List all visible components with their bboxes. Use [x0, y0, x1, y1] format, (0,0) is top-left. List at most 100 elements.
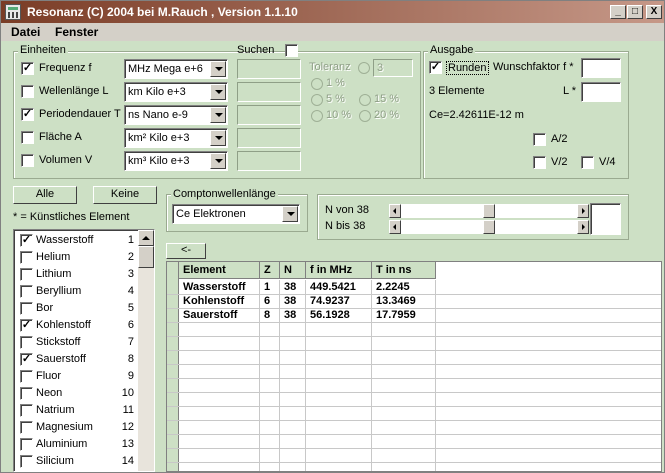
- v2-checkbox[interactable]: [533, 156, 546, 169]
- table-cell: 13.3469: [376, 295, 416, 307]
- flaeche-unit-select[interactable]: km² Kilo e+3: [124, 128, 228, 148]
- list-item[interactable]: ✓ Kohlenstoff 6: [14, 317, 138, 334]
- close-button[interactable]: X: [646, 5, 662, 19]
- frequenz-search-field[interactable]: [237, 59, 301, 79]
- scroll-left-icon[interactable]: [389, 220, 401, 234]
- wunschfaktor-l-input[interactable]: [581, 82, 621, 102]
- frequenz-unit-select[interactable]: MHz Mega e+6: [124, 59, 228, 79]
- option-15-radio[interactable]: [359, 94, 371, 106]
- element-list-scrollbar[interactable]: [138, 230, 154, 471]
- volumen-search-field[interactable]: [237, 151, 301, 171]
- v4-checkbox[interactable]: [581, 156, 594, 169]
- table-cell: 6: [264, 295, 271, 307]
- frequenz-checkbox[interactable]: ✓: [21, 62, 34, 75]
- list-item[interactable]: Natrium 11: [14, 402, 138, 419]
- scroll-thumb[interactable]: [483, 220, 495, 234]
- chevron-down-icon[interactable]: [210, 61, 226, 77]
- list-item[interactable]: Helium 2: [14, 249, 138, 266]
- option-10-radio[interactable]: [311, 110, 323, 122]
- element-checkbox[interactable]: ✓: [20, 353, 33, 366]
- element-checkbox[interactable]: [20, 336, 33, 349]
- wellenlaenge-search-field[interactable]: [237, 82, 301, 102]
- list-item[interactable]: Stickstoff 7: [14, 334, 138, 351]
- list-item[interactable]: Aluminium 13: [14, 436, 138, 453]
- list-item[interactable]: Neon 10: [14, 385, 138, 402]
- n-bis-scrollbar[interactable]: [389, 220, 589, 234]
- chevron-down-icon[interactable]: [210, 153, 226, 169]
- wellenlaenge-checkbox[interactable]: [21, 85, 34, 98]
- element-list[interactable]: ✓ Wasserstoff 1 Helium 2 Lithium 3 Beryl…: [13, 229, 155, 472]
- element-checkbox[interactable]: [20, 387, 33, 400]
- column-header[interactable]: Element: [179, 262, 260, 279]
- flaeche-checkbox[interactable]: [21, 131, 34, 144]
- chevron-down-icon[interactable]: [282, 206, 298, 222]
- flaeche-search-field[interactable]: [237, 128, 301, 148]
- toleranz-field[interactable]: 3: [373, 59, 413, 77]
- scroll-left-icon[interactable]: [389, 204, 401, 218]
- ausgabe-label: Ausgabe: [428, 44, 476, 56]
- list-item[interactable]: Lithium 3: [14, 266, 138, 283]
- scroll-thumb[interactable]: [138, 246, 154, 268]
- element-number: 6: [127, 319, 134, 331]
- list-item[interactable]: Bor 5: [14, 300, 138, 317]
- title-bar[interactable]: Resonanz (C) 2004 bei M.Rauch , Version …: [1, 1, 664, 23]
- toleranz-radio[interactable]: [358, 62, 370, 74]
- wellenlaenge-unit-select[interactable]: km Kilo e+3: [124, 82, 228, 102]
- keine-button[interactable]: Keine: [93, 186, 157, 204]
- volumen-checkbox[interactable]: [21, 154, 34, 167]
- runden-label[interactable]: Runden: [446, 61, 489, 75]
- option-20-radio[interactable]: [359, 110, 371, 122]
- list-item[interactable]: ✓ Sauerstoff 8: [14, 351, 138, 368]
- element-checkbox[interactable]: [20, 285, 33, 298]
- list-item[interactable]: Silicium 14: [14, 453, 138, 470]
- menu-datei[interactable]: Datei: [11, 25, 40, 39]
- list-item[interactable]: Magnesium 12: [14, 419, 138, 436]
- wunschfaktor-f-input[interactable]: [581, 58, 621, 78]
- column-header[interactable]: f in MHz: [306, 262, 372, 279]
- list-item[interactable]: Beryllium 4: [14, 283, 138, 300]
- chevron-down-icon[interactable]: [210, 130, 226, 146]
- column-header[interactable]: N: [280, 262, 306, 279]
- scroll-up-icon[interactable]: [138, 230, 154, 246]
- option-1-radio[interactable]: [311, 78, 323, 90]
- scroll-right-icon[interactable]: [577, 204, 589, 218]
- maximize-button[interactable]: □: [627, 5, 643, 19]
- a2-checkbox[interactable]: [533, 133, 546, 146]
- element-checkbox[interactable]: [20, 370, 33, 383]
- chevron-down-icon[interactable]: [210, 84, 226, 100]
- list-item[interactable]: Fluor 9: [14, 368, 138, 385]
- periodendauer-search-field[interactable]: [237, 105, 301, 125]
- periodendauer-checkbox[interactable]: ✓: [21, 108, 34, 121]
- alle-button[interactable]: Alle: [13, 186, 77, 204]
- flaeche-label: Fläche A: [39, 131, 82, 143]
- element-checkbox[interactable]: [20, 438, 33, 451]
- element-checkbox[interactable]: [20, 268, 33, 281]
- results-table[interactable]: Element Z Nf in MHz T in ns Wasserstoff 1 38 44…: [166, 261, 662, 472]
- element-checkbox[interactable]: [20, 302, 33, 315]
- element-checkbox[interactable]: [20, 251, 33, 264]
- runden-checkbox[interactable]: ✓: [429, 61, 442, 74]
- column-header[interactable]: T in ns: [372, 262, 436, 279]
- calculator-icon[interactable]: [5, 4, 21, 20]
- element-checkbox[interactable]: [20, 421, 33, 434]
- list-item[interactable]: ✓ Wasserstoff 1: [14, 232, 138, 249]
- minimize-button[interactable]: _: [610, 5, 626, 19]
- column-header[interactable]: Z: [260, 262, 280, 279]
- scroll-thumb[interactable]: [483, 204, 495, 218]
- element-checkbox[interactable]: ✓: [20, 319, 33, 332]
- menu-fenster[interactable]: Fenster: [55, 25, 98, 39]
- element-checkbox[interactable]: ✓: [20, 234, 33, 247]
- volumen-unit-select[interactable]: km³ Kilo e+3: [124, 151, 228, 171]
- compton-select[interactable]: Ce Elektronen: [172, 204, 300, 224]
- n-von-scrollbar[interactable]: [389, 204, 589, 218]
- element-name: Magnesium: [36, 421, 93, 433]
- option-5-radio[interactable]: [311, 94, 323, 106]
- element-checkbox[interactable]: [20, 404, 33, 417]
- suchen-checkbox[interactable]: [285, 44, 298, 57]
- periodendauer-unit-select[interactable]: ns Nano e-9: [124, 105, 228, 125]
- chevron-down-icon[interactable]: [210, 107, 226, 123]
- scroll-right-icon[interactable]: [577, 220, 589, 234]
- n-value-field[interactable]: [590, 203, 621, 235]
- element-checkbox[interactable]: [20, 455, 33, 468]
- back-button[interactable]: <-: [166, 243, 206, 259]
